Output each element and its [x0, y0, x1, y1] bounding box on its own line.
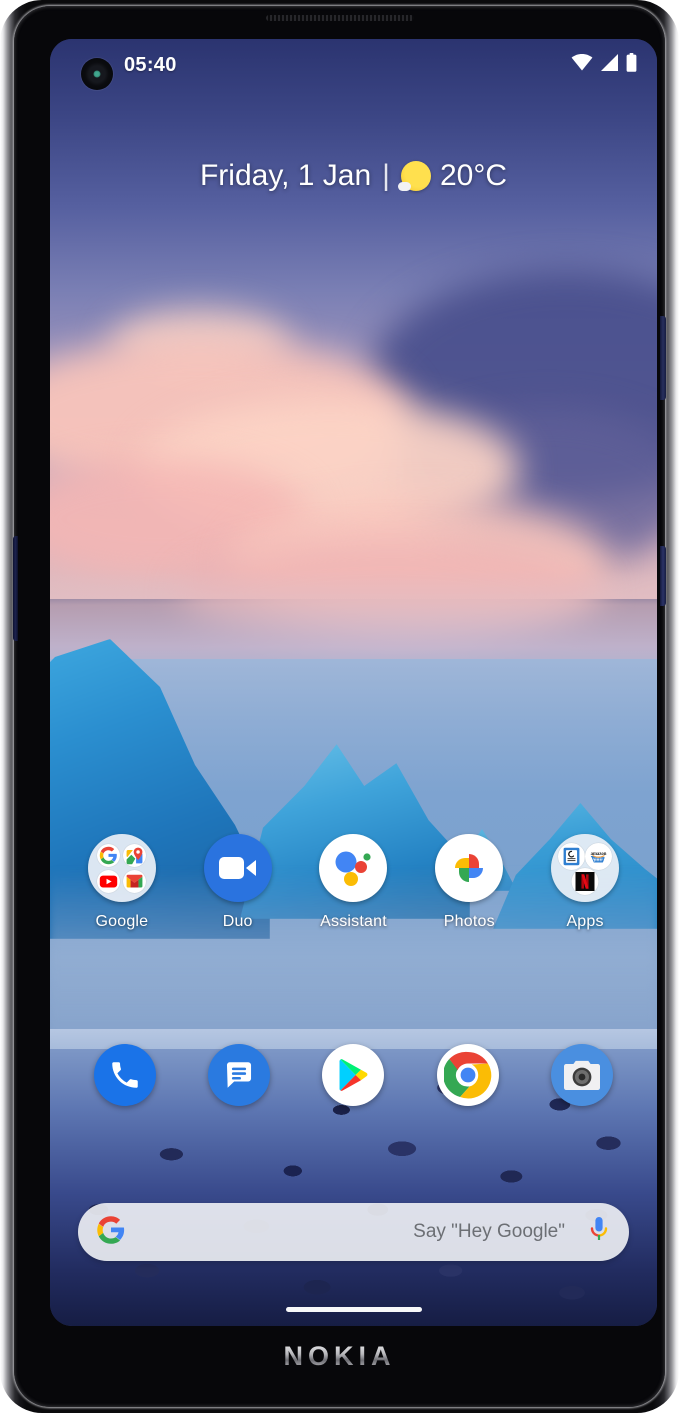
google-assistant-key-button[interactable]	[13, 536, 18, 641]
wallpaper-sky	[50, 39, 657, 649]
power-button[interactable]	[660, 546, 666, 606]
gmail-icon	[123, 869, 147, 893]
apps-folder-icon[interactable]: amazon	[551, 834, 620, 902]
status-bar: 05:40	[50, 39, 657, 91]
chrome-icon[interactable]	[436, 1044, 499, 1106]
amazon-icon: amazon	[585, 843, 613, 870]
search-input[interactable]: Say "Hey Google"	[126, 1221, 587, 1243]
app-label-duo: Duo	[222, 913, 253, 930]
date-weather-widget[interactable]: Friday, 1 Jan | 20°C	[50, 159, 657, 193]
widget-date-text: Friday, 1 Jan	[199, 159, 372, 192]
earpiece-speaker-icon	[265, 15, 414, 21]
netflix-icon	[571, 868, 599, 895]
google-search-bar[interactable]: Say "Hey Google"	[78, 1203, 629, 1261]
home-screen-app-row: Google Duo Assistant Photos amazon Apps	[50, 834, 657, 931]
gesture-navigation-pill[interactable]	[285, 1307, 422, 1312]
volume-rocker-button[interactable]	[660, 316, 666, 400]
app-label-google: Google	[95, 913, 149, 930]
status-bar-clock: 05:40	[124, 53, 177, 76]
app-label-photos: Photos	[443, 913, 495, 930]
app-cell-assistant[interactable]: Assistant	[303, 834, 403, 931]
home-screen-dock	[50, 1044, 657, 1106]
phone-screen[interactable]: 05:40 Friday, 1 Jan | 20°C Google Duo As…	[50, 39, 657, 1326]
cellular-signal-icon	[600, 54, 619, 76]
widget-temperature-text: 20°C	[439, 159, 507, 192]
google-duo-icon[interactable]	[203, 834, 272, 902]
sun-icon	[397, 161, 431, 191]
kindle-icon	[558, 843, 586, 870]
camera-icon[interactable]	[550, 1044, 613, 1106]
app-label-assistant: Assistant	[320, 913, 387, 930]
google-photos-icon[interactable]	[435, 834, 504, 902]
phone-body: 05:40 Friday, 1 Jan | 20°C Google Duo As…	[13, 6, 666, 1407]
google-maps-icon	[123, 843, 147, 867]
widget-separator: |	[382, 159, 390, 192]
battery-icon	[626, 53, 637, 77]
status-bar-icons	[571, 53, 637, 77]
app-cell-photos[interactable]: Photos	[419, 834, 519, 931]
messages-icon[interactable]	[208, 1044, 271, 1106]
google-assistant-icon[interactable]	[319, 834, 388, 902]
microphone-icon[interactable]	[587, 1216, 611, 1249]
app-cell-google[interactable]: Google	[72, 834, 172, 931]
google-search-icon	[97, 843, 121, 867]
nokia-brand-logo: NOKIA	[14, 1341, 665, 1372]
youtube-icon	[97, 869, 121, 893]
phone-frame: 05:40 Friday, 1 Jan | 20°C Google Duo As…	[0, 0, 679, 1413]
google-g-icon	[96, 1215, 126, 1250]
play-store-icon[interactable]	[322, 1044, 385, 1106]
app-cell-duo[interactable]: Duo	[188, 834, 288, 931]
app-cell-apps[interactable]: amazon Apps	[535, 834, 635, 931]
phone-icon[interactable]	[94, 1044, 157, 1106]
google-folder-icon[interactable]	[87, 834, 156, 902]
wifi-icon	[571, 54, 593, 76]
app-label-apps: Apps	[566, 913, 604, 930]
